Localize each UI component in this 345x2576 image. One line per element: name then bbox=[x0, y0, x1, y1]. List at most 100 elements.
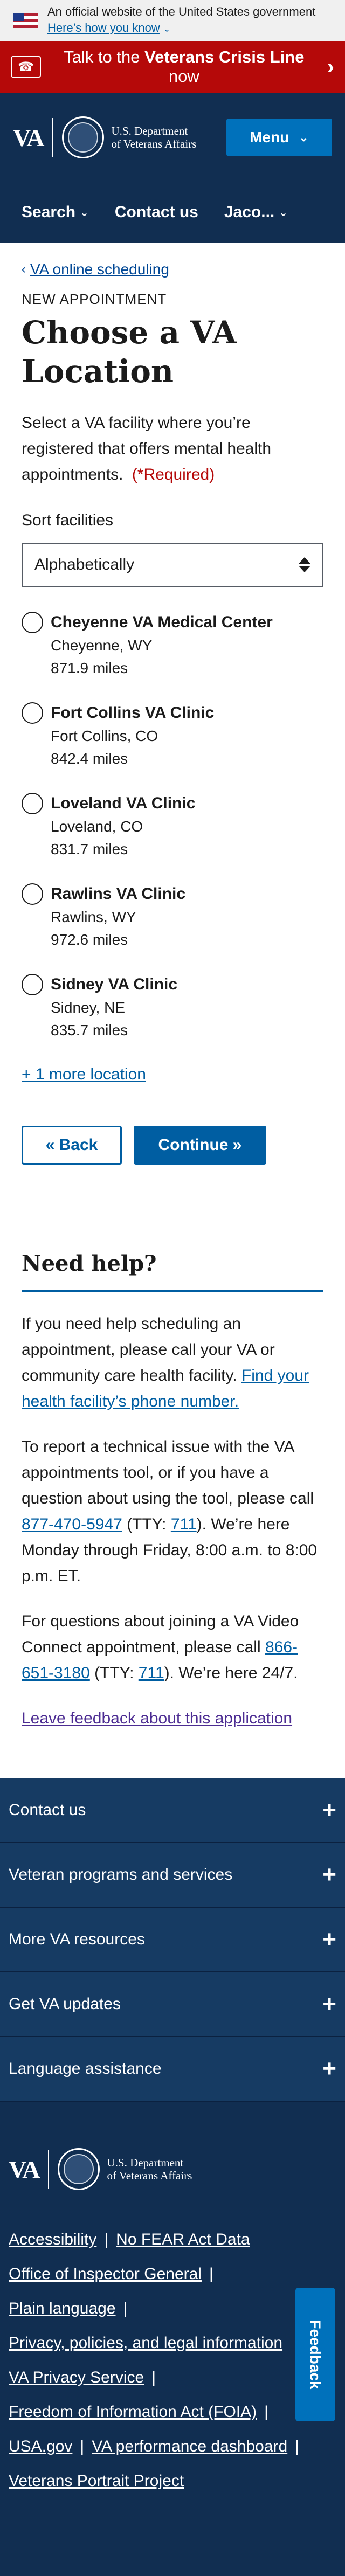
help-paragraph-video: For questions about joining a VA Video C… bbox=[22, 1612, 299, 1682]
va-logo: VA bbox=[9, 2155, 40, 2183]
facility-location: Cheyenne, WY bbox=[51, 637, 153, 654]
department-name: U.S. Department of Veterans Affairs bbox=[111, 124, 197, 150]
site-header: VA U.S. Department of Veterans Affairs M… bbox=[0, 93, 345, 243]
footer-link-privacy[interactable]: Privacy, policies, and legal information bbox=[9, 2334, 282, 2352]
sort-selected-value: Alphabetically bbox=[34, 556, 135, 573]
facility-distance: 871.9 miles bbox=[51, 660, 128, 676]
nav-contact-us[interactable]: Contact us bbox=[115, 203, 198, 221]
facility-list: Cheyenne VA Medical Center Cheyenne, WY … bbox=[22, 611, 323, 1063]
plus-icon: + bbox=[322, 2055, 336, 2082]
facility-option[interactable]: Rawlins VA Clinic Rawlins, WY 972.6 mile… bbox=[22, 882, 323, 973]
facility-radio[interactable] bbox=[22, 702, 43, 724]
footer-accordion-more-resources[interactable]: More VA resources + bbox=[0, 1908, 345, 1972]
nav-search[interactable]: Search ⌄ bbox=[22, 203, 89, 221]
eyebrow-label: NEW APPOINTMENT bbox=[22, 291, 167, 307]
sort-label: Sort facilities bbox=[22, 511, 114, 529]
facility-location: Loveland, CO bbox=[51, 818, 143, 835]
facility-name: Rawlins VA Clinic bbox=[51, 885, 186, 903]
gov-banner-text: An official website of the United States… bbox=[47, 4, 316, 18]
facility-name: Fort Collins VA Clinic bbox=[51, 704, 215, 722]
chevron-down-icon: ⌄ bbox=[299, 130, 309, 144]
show-more-locations-link[interactable]: + 1 more location bbox=[22, 1065, 146, 1084]
facility-option[interactable]: Sidney VA Clinic Sidney, NE 835.7 miles bbox=[22, 973, 323, 1063]
tty-link[interactable]: 711 bbox=[171, 1515, 197, 1533]
menu-button[interactable]: Menu ⌄ bbox=[226, 119, 332, 156]
facility-radio[interactable] bbox=[22, 612, 43, 633]
intro-text: Select a VA facility where you’re regist… bbox=[22, 414, 272, 483]
facility-distance: 835.7 miles bbox=[51, 1022, 128, 1038]
department-name: U.S. Department of Veterans Affairs bbox=[107, 2156, 192, 2182]
heres-how-you-know-toggle[interactable]: Here’s how you know ⌄ bbox=[47, 20, 315, 38]
plus-icon: + bbox=[322, 1991, 336, 2017]
nav-user-account[interactable]: Jaco... ⌄ bbox=[224, 203, 288, 221]
footer-link-plain-language[interactable]: Plain language bbox=[9, 2300, 116, 2317]
footer-link-no-fear[interactable]: No FEAR Act Data bbox=[116, 2231, 250, 2248]
official-gov-banner: An official website of the United States… bbox=[0, 0, 345, 41]
facility-option[interactable]: Fort Collins VA Clinic Fort Collins, CO … bbox=[22, 701, 323, 792]
plus-icon: + bbox=[322, 1861, 336, 1888]
footer-accordion-language[interactable]: Language assistance + bbox=[0, 2037, 345, 2102]
plus-icon: + bbox=[322, 1926, 336, 1952]
select-updown-icon bbox=[299, 557, 310, 572]
facility-radio[interactable] bbox=[22, 974, 43, 995]
logo-divider bbox=[52, 118, 53, 157]
chevron-down-icon: ⌄ bbox=[163, 24, 171, 34]
crisis-line-phone-icon: ☎ bbox=[11, 56, 41, 78]
breadcrumb: ‹ VA online scheduling bbox=[22, 261, 323, 278]
required-label: (*Required) bbox=[132, 466, 215, 483]
facility-distance: 842.4 miles bbox=[51, 750, 128, 767]
facility-name: Cheyenne VA Medical Center bbox=[51, 613, 273, 631]
footer-accordion-veteran-programs[interactable]: Veteran programs and services + bbox=[0, 1843, 345, 1908]
page-title: Choose a VA Location bbox=[22, 314, 237, 390]
form-buttons: « Back Continue » bbox=[22, 1126, 323, 1165]
footer-link-portrait[interactable]: Veterans Portrait Project bbox=[9, 2472, 184, 2490]
footer-accordion-contact-us[interactable]: Contact us + bbox=[0, 1778, 345, 1843]
facility-name: Loveland VA Clinic bbox=[51, 794, 196, 812]
facility-radio[interactable] bbox=[22, 793, 43, 814]
back-button[interactable]: « Back bbox=[22, 1126, 122, 1165]
feedback-tab-label: Feedback bbox=[307, 2319, 325, 2390]
facility-location: Sidney, NE bbox=[51, 999, 125, 1016]
va-logo[interactable]: VA bbox=[13, 123, 44, 152]
support-phone-link[interactable]: 877-470-5947 bbox=[22, 1515, 122, 1533]
need-help-section: Need help? If you need help scheduling a… bbox=[22, 1251, 323, 1732]
footer-links: Accessibility | No FEAR Act Data Office of… bbox=[9, 2231, 299, 2490]
footer-link-va-privacy[interactable]: VA Privacy Service bbox=[9, 2369, 144, 2386]
facility-option[interactable]: Cheyenne VA Medical Center Cheyenne, WY … bbox=[22, 611, 323, 701]
footer-link-foia[interactable]: Freedom of Information Act (FOIA) bbox=[9, 2403, 257, 2421]
feedback-tab-button[interactable]: Feedback bbox=[295, 2288, 335, 2421]
va-seal-icon bbox=[61, 116, 104, 158]
help-paragraph-scheduling: If you need help scheduling an appointme… bbox=[22, 1315, 309, 1410]
chevron-down-icon: ⌄ bbox=[279, 206, 288, 219]
footer-link-usagov[interactable]: USA.gov bbox=[9, 2437, 72, 2455]
facility-location: Rawlins, WY bbox=[51, 909, 136, 925]
us-flag-icon bbox=[13, 13, 38, 28]
header-nav: Search ⌄ Contact us Jaco... ⌄ bbox=[0, 182, 345, 243]
facility-location: Fort Collins, CO bbox=[51, 728, 158, 744]
crisis-line-text[interactable]: Talk to the Veterans Crisis Line now bbox=[41, 47, 327, 86]
footer-va-logo[interactable]: VA U.S. Department of Veterans Affairs bbox=[0, 2148, 345, 2190]
chevron-down-icon: ⌄ bbox=[80, 206, 89, 219]
facility-distance: 831.7 miles bbox=[51, 841, 128, 857]
breadcrumb-va-online-scheduling[interactable]: VA online scheduling bbox=[30, 261, 169, 278]
logo-divider bbox=[47, 2150, 49, 2189]
chevron-right-icon: › bbox=[327, 54, 334, 79]
footer-accordion-get-updates[interactable]: Get VA updates + bbox=[0, 1972, 345, 2037]
veterans-crisis-line-bar[interactable]: ☎ Talk to the Veterans Crisis Line now › bbox=[0, 41, 345, 93]
chevron-left-icon: ‹ bbox=[22, 262, 26, 276]
site-footer: Contact us + Veteran programs and service… bbox=[0, 1778, 345, 2576]
continue-button[interactable]: Continue » bbox=[134, 1126, 266, 1165]
leave-feedback-link[interactable]: Leave feedback about this application bbox=[22, 1709, 292, 1727]
plus-icon: + bbox=[322, 1797, 336, 1823]
footer-link-accessibility[interactable]: Accessibility bbox=[9, 2231, 96, 2248]
heres-how-you-know-link[interactable]: Here’s how you know bbox=[47, 21, 160, 34]
sort-facilities-select[interactable]: Alphabetically bbox=[22, 543, 323, 587]
facility-radio[interactable] bbox=[22, 883, 43, 905]
main-content: ‹ VA online scheduling NEW APPOINTMENT C… bbox=[0, 261, 345, 1732]
footer-link-oig[interactable]: Office of Inspector General bbox=[9, 2265, 202, 2283]
facility-option[interactable]: Loveland VA Clinic Loveland, CO 831.7 mi… bbox=[22, 792, 323, 882]
help-paragraph-feedback: Leave feedback about this application bbox=[22, 1706, 323, 1732]
footer-link-dashboard[interactable]: VA performance dashboard bbox=[92, 2437, 287, 2455]
tty-link[interactable]: 711 bbox=[139, 1664, 164, 1682]
facility-distance: 972.6 miles bbox=[51, 931, 128, 948]
